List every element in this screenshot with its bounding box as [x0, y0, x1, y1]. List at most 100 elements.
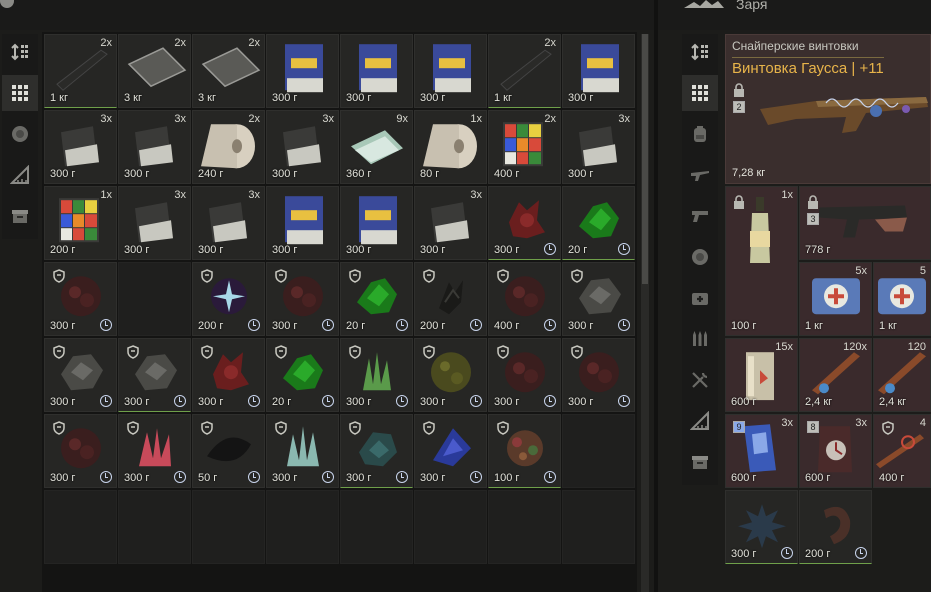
item-slot[interactable]: 200 г — [414, 262, 487, 336]
empty-slot[interactable] — [340, 490, 413, 564]
item-slot[interactable]: 300 г — [562, 34, 635, 108]
item-slot[interactable]: 9x 360 г — [340, 110, 413, 184]
item-slot[interactable]: 3x 300 г — [562, 110, 635, 184]
item-slot[interactable]: 300 г — [118, 414, 191, 488]
shield-icon — [201, 345, 213, 359]
item-slot[interactable]: 3 778 г — [799, 186, 931, 260]
item-slot[interactable]: 300 г — [340, 186, 413, 260]
item-weight: 300 г — [272, 472, 298, 484]
item-slot[interactable]: 300 г — [488, 186, 561, 260]
item-slot[interactable]: 300 г — [414, 34, 487, 108]
item-slot[interactable]: 1x 200 г — [44, 186, 117, 260]
item-slot[interactable]: 8 3x 600 г — [799, 414, 872, 488]
item-slot[interactable]: 1x 80 г — [414, 110, 487, 184]
item-slot[interactable]: 300 г — [266, 186, 339, 260]
item-slot[interactable]: 300 г — [192, 338, 265, 412]
tab-box[interactable] — [682, 444, 718, 480]
item-slot[interactable]: 300 г — [414, 414, 487, 488]
empty-slot[interactable] — [118, 490, 191, 564]
clock-icon — [781, 547, 793, 559]
item-slot[interactable]: 300 г — [44, 338, 117, 412]
item-slot[interactable]: 2x 1 кг — [488, 34, 561, 108]
empty-slot[interactable] — [44, 490, 117, 564]
item-slot[interactable]: 300 г — [488, 338, 561, 412]
item-slot[interactable]: 2x 1 кг — [44, 34, 117, 108]
item-slot[interactable]: 120x 2,4 кг — [799, 338, 872, 412]
item-slot[interactable]: 3x 300 г — [118, 186, 191, 260]
stash-scrollbar[interactable] — [641, 34, 649, 592]
item-slot[interactable]: 300 г — [562, 262, 635, 336]
weapon-item-card[interactable]: Снайперские винтовки Винтовка Гаусса | +… — [725, 34, 931, 184]
item-slot[interactable]: 100 г — [488, 414, 561, 488]
tab-backpack[interactable] — [682, 116, 718, 152]
item-slot[interactable]: 20 г — [562, 186, 635, 260]
item-slot[interactable]: 2x 3 кг — [192, 34, 265, 108]
empty-slot[interactable] — [266, 490, 339, 564]
item-slot[interactable]: 200 г — [799, 490, 872, 564]
item-slot[interactable]: 300 г — [562, 338, 635, 412]
tab-artifact[interactable] — [2, 116, 38, 152]
shield-icon — [275, 269, 287, 283]
shield-icon — [497, 421, 509, 435]
tab-ruler[interactable] — [682, 403, 718, 439]
scrollbar-thumb[interactable] — [642, 34, 648, 284]
item-weight: 300 г — [731, 548, 757, 560]
item-slot[interactable]: 2x 400 г — [488, 110, 561, 184]
tab-sort[interactable] — [682, 34, 718, 70]
item-slot[interactable]: 15x 600 г — [725, 338, 798, 412]
item-slot[interactable]: 20 г — [266, 338, 339, 412]
item-slot[interactable]: 300 г — [340, 414, 413, 488]
item-slot[interactable]: 5x 1 кг — [799, 262, 872, 336]
shield-icon — [127, 345, 139, 359]
empty-slot[interactable] — [414, 490, 487, 564]
tab-artifact[interactable] — [682, 239, 718, 275]
ruler-icon — [10, 165, 29, 184]
empty-slot[interactable] — [192, 490, 265, 564]
item-slot[interactable]: 20 г — [340, 262, 413, 336]
tab-box[interactable] — [2, 198, 38, 234]
item-slot[interactable]: 300 г — [340, 338, 413, 412]
item-slot[interactable]: 4 400 г — [873, 414, 931, 488]
item-slot[interactable]: 300 г — [118, 338, 191, 412]
item-slot[interactable]: 300 г — [266, 262, 339, 336]
item-slot[interactable]: 300 г — [725, 490, 798, 564]
tab-rifle[interactable] — [682, 157, 718, 193]
item-slot[interactable]: 120 2,4 кг — [873, 338, 931, 412]
tab-ruler[interactable] — [2, 157, 38, 193]
item-slot[interactable]: 3x 300 г — [192, 186, 265, 260]
item-slot[interactable]: 300 г — [414, 338, 487, 412]
item-slot[interactable]: 300 г — [266, 414, 339, 488]
item-slot[interactable]: 9 3x 600 г — [725, 414, 798, 488]
item-slot[interactable]: 300 г — [266, 34, 339, 108]
item-slot[interactable]: 3x 300 г — [118, 110, 191, 184]
empty-slot[interactable] — [118, 262, 191, 336]
item-slot[interactable]: 2x 240 г — [192, 110, 265, 184]
item-slot[interactable]: 50 г — [192, 414, 265, 488]
tab-grid[interactable] — [682, 75, 718, 111]
tab-medkit[interactable] — [682, 280, 718, 316]
item-slot[interactable]: 300 г — [340, 34, 413, 108]
empty-slot[interactable] — [488, 490, 561, 564]
item-slot[interactable]: 2x 3 кг — [118, 34, 191, 108]
tab-grid[interactable] — [2, 75, 38, 111]
item-slot[interactable]: 5 1 кг — [873, 262, 931, 336]
item-quantity: 3x — [855, 417, 867, 429]
tab-ammo[interactable] — [682, 321, 718, 357]
clock-icon — [544, 243, 556, 255]
item-slot[interactable]: 3x 300 г — [266, 110, 339, 184]
empty-slot[interactable] — [562, 414, 635, 488]
item-quantity: 3x — [174, 189, 186, 201]
empty-slot[interactable] — [562, 490, 635, 564]
tab-tools[interactable] — [682, 362, 718, 398]
item-slot[interactable]: 3x 300 г — [414, 186, 487, 260]
clock-icon — [248, 319, 260, 331]
item-slot[interactable]: 400 г — [488, 262, 561, 336]
item-slot[interactable]: 3x 300 г — [44, 110, 117, 184]
tab-sort[interactable] — [2, 34, 38, 70]
item-weight: 300 г — [50, 320, 76, 332]
tab-pistol[interactable] — [682, 198, 718, 234]
item-slot[interactable]: 300 г — [44, 414, 117, 488]
item-slot[interactable]: 1x 100 г — [725, 186, 798, 336]
item-slot[interactable]: 200 г — [192, 262, 265, 336]
item-slot[interactable]: 300 г — [44, 262, 117, 336]
